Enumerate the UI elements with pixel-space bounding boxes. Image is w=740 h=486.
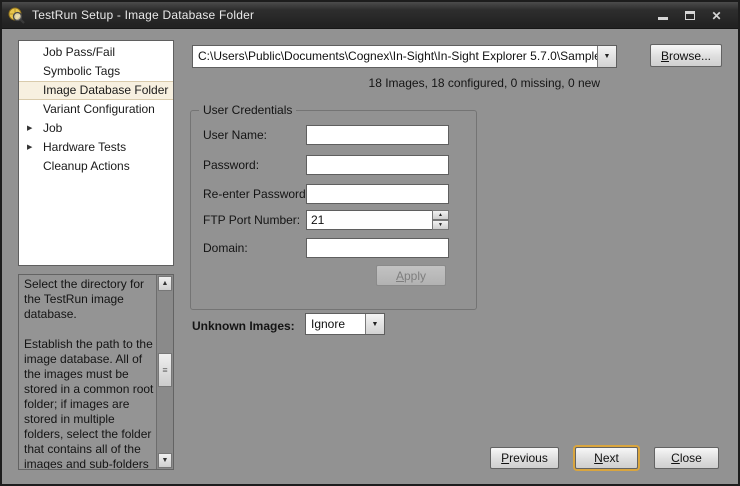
help-panel: Select the directory for the TestRun ima… (18, 274, 174, 470)
window-controls: ✕ (649, 2, 730, 29)
close-icon: ✕ (711, 9, 721, 23)
sidebar-item-cleanup-actions[interactable]: Cleanup Actions (19, 157, 173, 176)
image-database-path-value[interactable]: C:\Users\Public\Documents\Cognex\In-Sigh… (193, 46, 597, 67)
spinner-up-button[interactable]: ▲ (432, 210, 449, 220)
dropdown-arrow-icon: ▼ (604, 53, 611, 60)
scroll-up-button[interactable]: ▲ (158, 276, 172, 291)
help-paragraph: Select the directory for the TestRun ima… (24, 277, 154, 322)
domain-field[interactable] (306, 238, 449, 258)
reenter-password-label: Re-enter Password: (203, 187, 309, 201)
apply-button-label: Apply (396, 269, 426, 283)
help-scrollbar[interactable]: ▲ ≡ ▼ (156, 275, 173, 469)
sidebar-item-image-database-folder[interactable]: Image Database Folder (19, 81, 173, 100)
unknown-images-value[interactable]: Ignore (306, 314, 365, 334)
thumb-grip-icon: ≡ (162, 365, 167, 375)
sidebar-item-variant-configuration[interactable]: Variant Configuration (19, 100, 173, 119)
ftp-port-label: FTP Port Number: (203, 213, 300, 227)
sidebar-item-hardware-tests[interactable]: ▶ Hardware Tests (19, 138, 173, 157)
maximize-icon (685, 11, 695, 20)
minimize-icon (658, 17, 668, 20)
sidebar-item-label: Hardware Tests (43, 138, 126, 157)
arrow-down-icon: ▼ (162, 457, 169, 464)
reenter-password-field[interactable] (306, 184, 449, 204)
spinner-down-button[interactable]: ▼ (432, 220, 449, 230)
apply-button[interactable]: Apply (376, 265, 446, 286)
username-label: User Name: (203, 128, 267, 142)
sidebar-item-label: Job Pass/Fail (43, 43, 115, 62)
browse-button-label: Browse... (661, 49, 711, 63)
scroll-down-button[interactable]: ▼ (158, 453, 172, 468)
domain-label: Domain: (203, 241, 248, 255)
unknown-images-dropdown[interactable]: Ignore ▼ (305, 313, 385, 335)
user-credentials-group-label: User Credentials (199, 103, 296, 117)
password-field[interactable] (306, 155, 449, 175)
username-field[interactable] (306, 125, 449, 145)
sidebar-item-label: Cleanup Actions (43, 157, 130, 176)
previous-button[interactable]: Previous (490, 447, 559, 469)
arrow-down-icon: ▼ (438, 222, 443, 228)
titlebar: TestRun Setup - Image Database Folder ✕ (2, 2, 738, 29)
setup-steps-list: Job Pass/Fail Symbolic Tags Image Databa… (18, 40, 174, 266)
path-dropdown-button[interactable]: ▼ (597, 46, 616, 67)
dropdown-arrow-icon: ▼ (372, 321, 379, 328)
close-button-label: Close (671, 451, 702, 465)
testrun-setup-dialog: TestRun Setup - Image Database Folder ✕ … (0, 0, 740, 486)
arrow-up-icon: ▲ (162, 280, 169, 287)
app-icon (8, 7, 25, 24)
unknown-images-label: Unknown Images: (192, 319, 295, 333)
browse-button[interactable]: Browse... (650, 44, 722, 67)
sidebar-item-job-pass-fail[interactable]: Job Pass/Fail (19, 43, 173, 62)
arrow-up-icon: ▲ (438, 212, 443, 218)
next-button[interactable]: Next (575, 447, 638, 469)
user-credentials-group: User Credentials User Name: Password: Re… (190, 110, 477, 310)
ftp-port-spinner: ▲ ▼ (432, 210, 449, 230)
scrollbar-thumb[interactable]: ≡ (158, 353, 172, 387)
sidebar-item-label: Job (43, 119, 62, 138)
sidebar-item-label: Variant Configuration (43, 100, 155, 119)
image-database-path-combo[interactable]: C:\Users\Public\Documents\Cognex\In-Sigh… (192, 45, 617, 68)
maximize-button[interactable] (676, 2, 703, 29)
ftp-port-field[interactable] (306, 210, 449, 230)
minimize-button[interactable] (649, 2, 676, 29)
close-dialog-button[interactable]: Close (654, 447, 719, 469)
help-paragraph: Establish the path to the image database… (24, 337, 154, 469)
sidebar-item-symbolic-tags[interactable]: Symbolic Tags (19, 62, 173, 81)
sidebar-item-label: Symbolic Tags (43, 62, 120, 81)
help-text: Select the directory for the TestRun ima… (19, 275, 156, 469)
sidebar-item-job[interactable]: ▶ Job (19, 119, 173, 138)
expand-arrow-icon[interactable]: ▶ (27, 119, 32, 138)
close-button[interactable]: ✕ (703, 2, 730, 29)
images-status-text: 18 Images, 18 configured, 0 missing, 0 n… (192, 76, 617, 90)
window-title: TestRun Setup - Image Database Folder (32, 8, 254, 22)
unknown-images-dropdown-button[interactable]: ▼ (365, 314, 384, 334)
next-button-label: Next (594, 451, 619, 465)
sidebar-item-label: Image Database Folder (43, 82, 168, 99)
previous-button-label: Previous (501, 451, 548, 465)
expand-arrow-icon[interactable]: ▶ (27, 138, 32, 157)
password-label: Password: (203, 158, 259, 172)
